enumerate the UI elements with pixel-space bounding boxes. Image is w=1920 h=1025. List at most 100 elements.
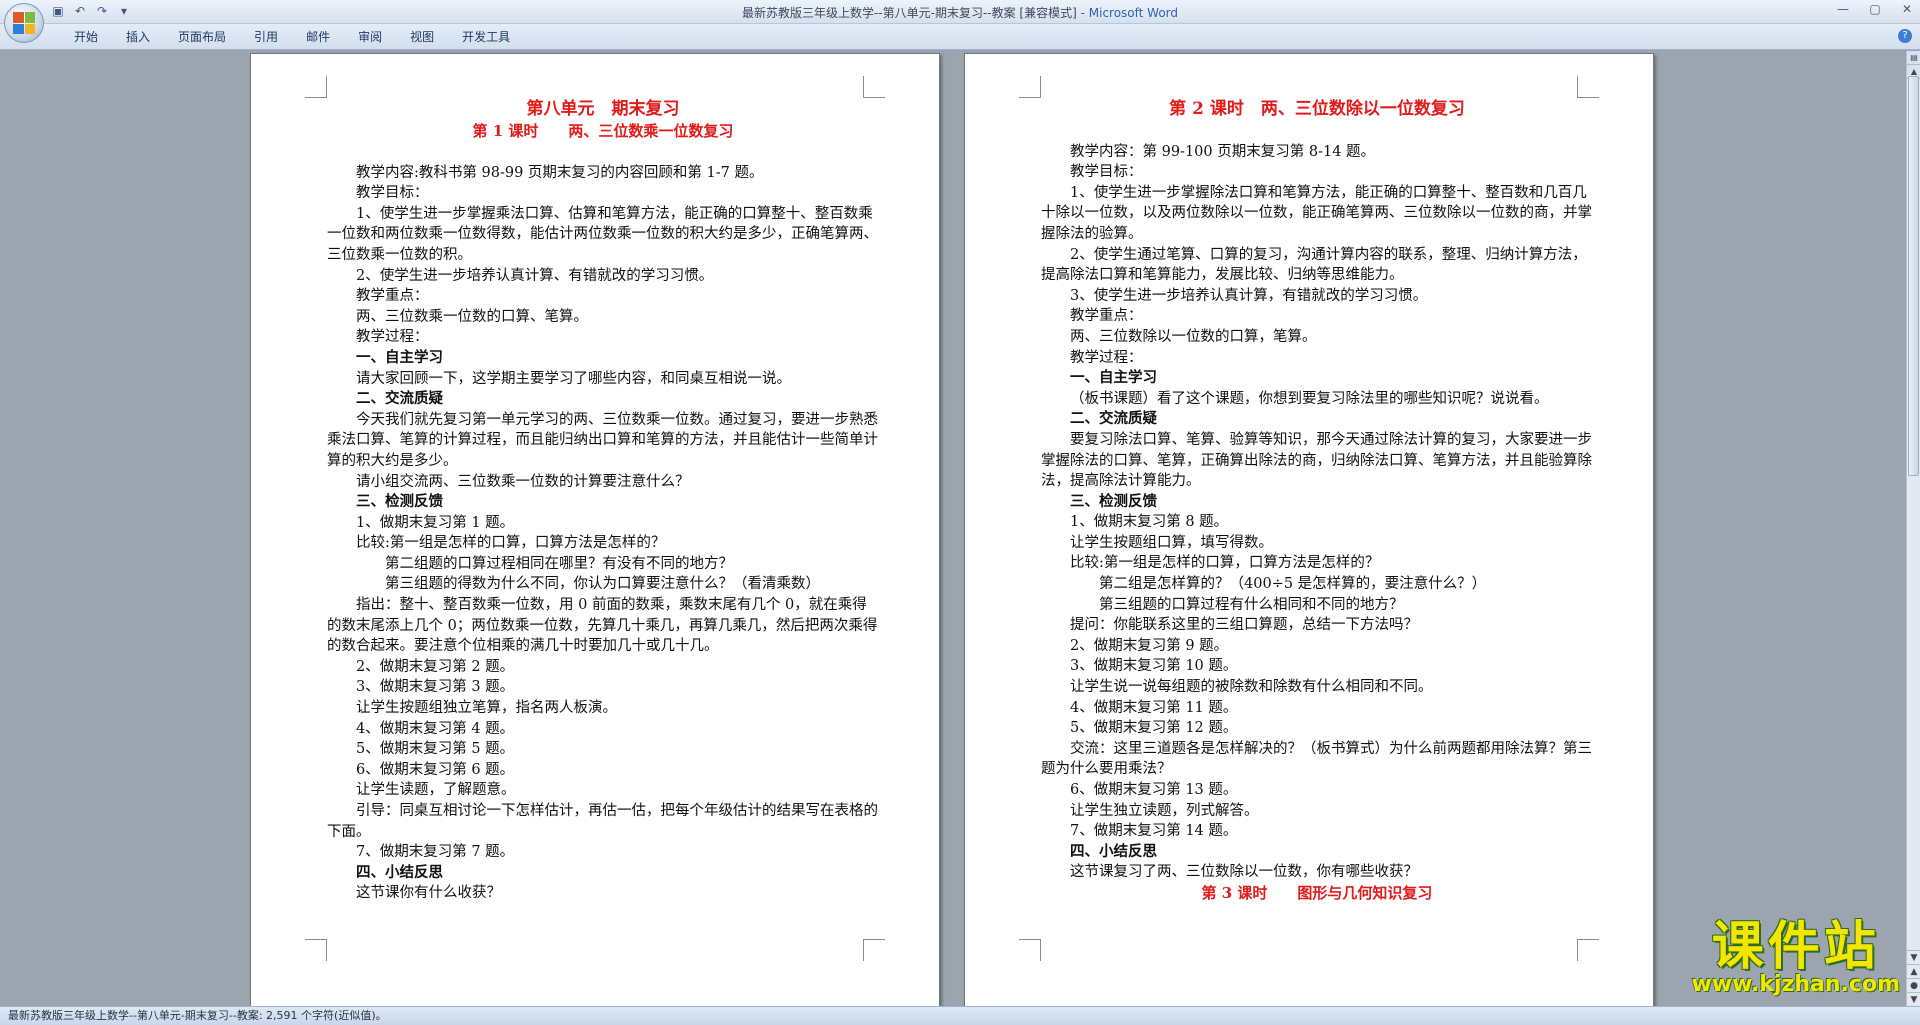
section-heading: 三、检测反馈 [1070,492,1157,510]
paragraph: 让学生按题组口算，填写得数。 [1070,534,1273,551]
section-heading: 一、自主学习 [1070,369,1157,387]
paragraph: 6、做期末复习第 13 题。 [1070,782,1238,798]
ribbon-tabs: 开始 插入 页面布局 引用 邮件 审阅 视图 开发工具 [60,29,524,45]
tab-references[interactable]: 引用 [240,29,292,45]
tab-page-layout[interactable]: 页面布局 [164,29,240,45]
paragraph: 3、做期末复习第 10 题。 [1070,658,1238,675]
status-text: 最新苏教版三年级上数学--第八单元-期末复习--教案: 2,591 个字符(近似… [8,1009,387,1022]
paragraph: 比较:第一组是怎样的口算，口算方法是怎样的？ [356,535,666,552]
paragraph: 2、使学生通过笔算、口算的复习，沟通计算内容的联系，整理、归纳计算方法，提高除法… [1041,246,1587,284]
paragraph: 请小组交流两、三位数乘一位数的计算要注意什么？ [356,473,690,490]
paragraph: 教学重点： [1070,308,1143,325]
paragraph: 2、使学生进一步培养认真计算、有错就改的学习习惯。 [356,267,714,284]
maximize-icon[interactable]: ▢ [1866,2,1884,16]
paragraph: 请大家回顾一下，这学期主要学习了哪些内容，和同桌互相说一说。 [356,370,791,387]
paragraph: 5、做期末复习第 12 题。 [1070,720,1238,737]
page-1: 第八单元 期末复习 第 1 课时 两、三位数乘一位数复习 教学内容:教科书第 9… [250,53,940,1006]
ribbon: 开始 插入 页面布局 引用 邮件 审阅 视图 开发工具 ? [0,24,1920,50]
unit-title: 第八单元 期末复习 [526,99,680,119]
paragraph: 4、做期末复习第 4 题。 [356,720,515,737]
section-heading: 一、自主学习 [356,348,443,366]
paragraph: 两、三位数乘一位数的口算、笔算。 [356,308,588,325]
margin-corner-mark [863,939,885,961]
paragraph: 这节课复习了两、三位数除以一位数，你有哪些收获？ [1070,864,1418,881]
section-heading: 四、小结反思 [356,863,443,881]
paragraph: 教学内容:教科书第 98-99 页期末复习的内容回顾和第 1-7 题。 [356,164,764,181]
paragraph: 教学过程： [356,329,429,346]
margin-corner-mark [1577,939,1599,961]
paragraph: 让学生说一说每组题的被除数和除数有什么相同和不同。 [1070,679,1433,696]
window-controls: — ▢ ✕ [1834,2,1916,16]
minimize-icon[interactable]: — [1834,2,1852,16]
paragraph: 教学目标： [356,185,429,202]
paragraph: 3、做期末复习第 3 题。 [356,679,515,696]
section-heading: 二、交流质疑 [1070,410,1157,428]
lesson-title: 第 1 课时 两、三位数乘一位数复习 [472,122,734,140]
office-button-icon [13,12,35,34]
paragraph: 6、做期末复习第 6 题。 [356,761,515,778]
margin-corner-mark [305,939,327,961]
tab-insert[interactable]: 插入 [112,29,164,45]
vertical-scrollbar[interactable]: ▤ ▲ ▼ ▲ ● ▼ [1906,51,1920,1006]
paragraph: 7、做期末复习第 7 题。 [356,844,515,861]
paragraph: 2、做期末复习第 9 题。 [1070,637,1229,654]
tab-home[interactable]: 开始 [60,29,112,45]
scrollbar-thumb[interactable] [1908,76,1919,476]
paragraph: （板书课题）看了这个课题，你想到要复习除法里的哪些知识呢？说说看。 [1070,390,1549,407]
paragraph: 教学内容：第 99-100 页期末复习第 8-14 题。 [1070,143,1376,160]
section-heading: 三、检测反馈 [356,493,443,511]
paragraph: 教学重点： [356,288,429,305]
paragraph: 4、做期末复习第 11 题。 [1070,699,1238,716]
tab-developer[interactable]: 开发工具 [448,29,524,45]
previous-page-icon[interactable]: ▲ [1907,964,1920,978]
page-2: 第 2 课时 两、三位数除以一位数复习 教学内容：第 99-100 页期末复习第… [964,53,1654,1006]
section-heading: 二、交流质疑 [356,390,443,408]
paragraph: 1、做期末复习第 1 题。 [356,514,515,531]
page-1-text[interactable]: 第八单元 期末复习 第 1 课时 两、三位数乘一位数复习 教学内容:教科书第 9… [327,98,879,904]
select-browse-object-icon[interactable]: ● [1907,978,1920,992]
paragraph: 引导：同桌互相讨论一下怎样估计，再估一估，把每个年级估计的结果写在表格的下面。 [327,803,878,840]
watermark-url: www.kjzhan.com [1691,972,1900,997]
section-heading: 四、小结反思 [1070,842,1157,860]
margin-corner-mark [305,76,327,98]
paragraph: 1、使学生进一步掌握乘法口算、估算和笔算方法，能正确的口算整十、整百数乘一位数和… [327,205,878,263]
paragraph: 1、做期末复习第 8 题。 [1070,514,1229,531]
margin-corner-mark [1019,76,1041,98]
paragraph: 教学目标： [1070,164,1143,181]
office-button[interactable] [4,3,44,43]
help-icon[interactable]: ? [1898,29,1912,43]
tab-mailings[interactable]: 邮件 [292,29,344,45]
paragraph: 交流：这里三道题各是怎样解决的？（板书算式）为什么前两题都用除法算？第三题为什么… [1041,740,1592,778]
paragraph: 让学生按题组独立笔算，指名两人板演。 [356,700,617,717]
tab-review[interactable]: 审阅 [344,29,396,45]
paragraph: 7、做期末复习第 14 题。 [1070,823,1238,840]
tab-view[interactable]: 视图 [396,29,448,45]
paragraph: 让学生读题，了解题意。 [356,782,516,799]
next-page-icon[interactable]: ▼ [1907,992,1920,1006]
paragraph: 教学过程： [1070,349,1143,366]
app-name: - Microsoft Word [1076,6,1179,20]
paragraph: 这节课你有什么收获？ [356,885,501,902]
paragraph: 第二组题的口算过程相同在哪里？有没有不同的地方？ [385,555,733,572]
status-bar: 最新苏教版三年级上数学--第八单元-期末复习--教案: 2,591 个字符(近似… [0,1006,1920,1025]
document-area: 第八单元 期末复习 第 1 课时 两、三位数乘一位数复习 教学内容:教科书第 9… [0,51,1906,1006]
paragraph: 今天我们就先复习第一单元学习的两、三位数乘一位数。通过复习，要进一步熟悉乘法口算… [327,411,878,469]
browse-buttons: ▼ ▲ ● ▼ [1907,950,1920,1006]
paragraph: 比较:第一组是怎样的口算，口算方法是怎样的？ [1070,555,1380,572]
scroll-down-icon[interactable]: ▼ [1907,950,1920,964]
window-title: 最新苏教版三年级上数学--第八单元-期末复习--教案 [兼容模式] - Micr… [0,4,1920,21]
paragraph: 5、做期末复习第 5 题。 [356,741,515,758]
title-bar: ▣ ↶ ↷ ▾ 最新苏教版三年级上数学--第八单元-期末复习--教案 [兼容模式… [0,0,1920,43]
close-icon[interactable]: ✕ [1898,2,1916,16]
paragraph: 第三组题的口算过程有什么相同和不同的地方？ [1099,596,1404,613]
page-2-text[interactable]: 第 2 课时 两、三位数除以一位数复习 教学内容：第 99-100 页期末复习第… [1041,98,1593,904]
margin-corner-mark [1019,939,1041,961]
paragraph: 让学生独立读题，列式解答。 [1070,802,1259,819]
margin-corner-mark [863,76,885,98]
paragraph: 提问：你能联系这里的三组口算题，总结一下方法吗？ [1070,617,1418,634]
lesson-title: 第 2 课时 两、三位数除以一位数复习 [1169,99,1465,119]
ruler-toggle-icon[interactable]: ▤ [1907,51,1920,65]
watermark-logo: 课件站 www.kjzhan.com [1691,920,1900,997]
